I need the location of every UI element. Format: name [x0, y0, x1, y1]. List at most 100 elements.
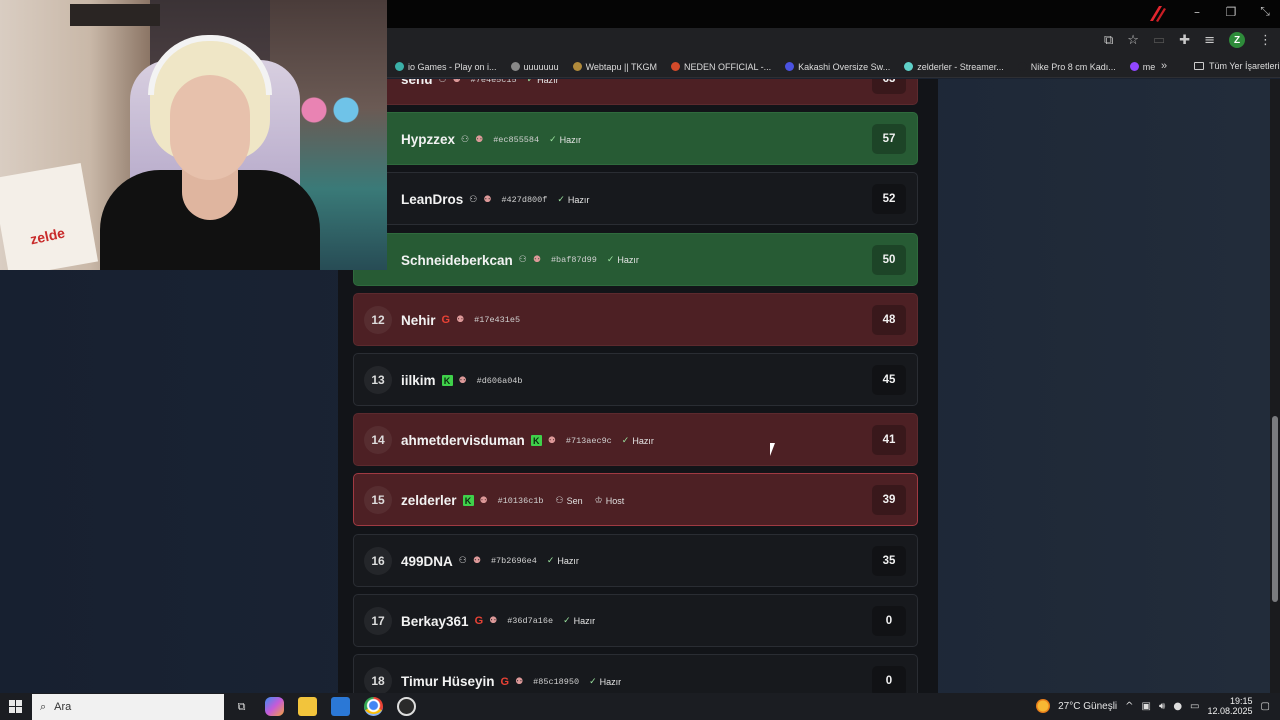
player-name: Schneideberkcan	[401, 252, 513, 268]
player-score: 57	[872, 124, 906, 155]
extensions-icon[interactable]: ✚	[1179, 33, 1190, 48]
add-friend-icon[interactable]: ⚉	[456, 315, 464, 325]
player-name: Timur Hüseyin	[401, 674, 495, 689]
bookmark-item[interactable]: Webtapu || TKGM	[572, 62, 657, 72]
rank-badge: 18	[364, 667, 392, 693]
tray-chevron-up-icon[interactable]: ^	[1125, 701, 1133, 712]
add-friend-icon[interactable]: ⚉	[483, 195, 491, 205]
notification-icon[interactable]: ▢	[1261, 701, 1270, 712]
volume-icon[interactable]: 🔊︎	[1159, 701, 1165, 712]
tray-device-icon[interactable]: ▣	[1142, 701, 1151, 712]
file-explorer-icon[interactable]	[298, 697, 317, 716]
add-friend-icon[interactable]: ⚉	[548, 436, 556, 446]
bookmark-star-icon[interactable]: ☆	[1127, 33, 1139, 48]
taskbar-clock[interactable]: 19:15 12.08.2025	[1208, 696, 1253, 716]
taskbar-search-input[interactable]: ⌕ Ara	[32, 694, 224, 720]
copilot-icon[interactable]	[265, 697, 284, 716]
webcam-toys	[290, 90, 370, 130]
leaderboard-row: 13 iilkim K ⚉ #d606a04b 45	[353, 353, 918, 406]
bookmarks-overflow-icon[interactable]: »	[1161, 60, 1167, 72]
rank-badge: 16	[364, 546, 392, 575]
player-name: LeanDros	[401, 192, 464, 208]
leaderboard-row: Hypzzex ⚇ ⚉ #ec855584 ✓ Hazır 57	[353, 112, 918, 166]
media-control-icon[interactable]: ≡	[1204, 33, 1215, 48]
leaderboard-row: senu ⚇ ⚉ #7e4e5c15 ✓ Hazır 63	[353, 79, 918, 105]
bookmark-favicon-icon	[395, 62, 404, 71]
network-icon[interactable]: ▭	[1190, 701, 1199, 712]
person-icon: ⚇	[469, 194, 478, 205]
add-friend-icon[interactable]: ⚉	[489, 616, 497, 626]
kick-icon: K	[530, 435, 542, 447]
bookmark-item[interactable]: uuuuuuu	[510, 62, 559, 72]
all-bookmarks-button[interactable]: Tüm Yer İşaretleri	[1194, 61, 1280, 71]
bookmark-item[interactable]: NEDEN OFFICIAL -...	[670, 62, 771, 72]
bookmark-item[interactable]: Nike Pro 8 cm Kadı...	[1017, 62, 1116, 72]
add-friend-icon[interactable]: ⚉	[515, 677, 523, 687]
add-friend-icon[interactable]: ⚉	[453, 79, 461, 85]
system-tray: 27°C Güneşli ^ ▣ 🔊︎ ● ▭ 19:15 12.08.2025…	[1036, 696, 1270, 716]
player-name: iilkim	[401, 373, 436, 388]
leaderboard-row: 15 zelderler K ⚉ #10136c1b ⚇ Sen ♔ Host 39	[353, 473, 918, 527]
person-icon: ⚇	[438, 79, 447, 85]
obs-icon[interactable]	[397, 697, 416, 716]
microphone-icon[interactable]: ●	[1173, 701, 1182, 712]
add-friend-icon[interactable]: ⚉	[459, 376, 467, 386]
page-scrollbar[interactable]	[1270, 79, 1280, 693]
bookmark-item[interactable]: zelderler - Streamer...	[904, 62, 1004, 72]
player-id: #17e431e5	[474, 315, 521, 326]
player-id: #baf87d99	[550, 255, 597, 266]
menu-kebab-icon[interactable]: ⋮	[1259, 33, 1272, 48]
leaderboard-row: 18 Timur Hüseyin G ⚉ #85c18950 ✓ Hazır 0	[353, 654, 918, 693]
leaderboard-row: 16 499DNA ⚇ ⚉ #7b2696e4 ✓ Hazır 35	[353, 533, 918, 588]
bookmark-favicon-icon	[785, 62, 795, 71]
leaderboard-row: Schneideberkcan ⚇ ⚉ #baf87d99 ✓ Hazır 50	[353, 232, 918, 287]
check-circle-icon: ✓	[557, 194, 565, 205]
store-icon[interactable]	[331, 697, 350, 716]
player-name: ahmetdervisduman	[401, 433, 525, 449]
player-info: Schneideberkcan ⚇ ⚉ #baf87d99 ✓ Hazır	[401, 234, 639, 287]
player-id: #85c18950	[533, 676, 580, 687]
rank-badge: 17	[364, 606, 392, 635]
windows-start-icon[interactable]	[9, 700, 22, 713]
player-id: #d606a04b	[476, 375, 523, 386]
task-view-icon[interactable]: ⧉	[232, 697, 251, 716]
weather-text[interactable]: 27°C Güneşli	[1058, 701, 1117, 712]
add-friend-icon[interactable]: ⚉	[475, 135, 483, 145]
player-name: zelderler	[401, 493, 457, 509]
headphone-icon	[148, 35, 272, 95]
bookmark-item[interactable]: me	[1129, 62, 1155, 72]
scrollbar-thumb[interactable]	[1272, 416, 1278, 602]
ready-status: ✓ Hazır	[622, 436, 654, 446]
restore-button[interactable]: ❐	[1222, 5, 1240, 19]
tag-text: Host	[605, 495, 625, 506]
sidebar-icon[interactable]: ▭	[1153, 33, 1165, 48]
google-icon: G	[500, 675, 510, 688]
add-friend-icon[interactable]: ⚉	[480, 496, 488, 506]
add-friend-icon[interactable]: ⚉	[473, 556, 481, 566]
webcam-overlay: zelde	[0, 0, 387, 270]
player-id: #ec855584	[493, 134, 540, 145]
player-info: zelderler K ⚉ #10136c1b ⚇ Sen ♔ Host	[401, 474, 624, 527]
check-circle-icon: ✓	[526, 79, 535, 85]
webcam-photos	[70, 4, 160, 26]
chrome-icon[interactable]	[364, 697, 383, 716]
player-score: 45	[872, 365, 906, 395]
player-score: 0	[872, 605, 906, 636]
bookmark-item[interactable]: io Games - Play on i...	[395, 62, 497, 72]
player-info: 499DNA ⚇ ⚉ #7b2696e4 ✓ Hazır	[401, 535, 579, 588]
minimize-button[interactable]: –	[1188, 5, 1206, 19]
add-friend-icon[interactable]: ⚉	[533, 255, 541, 265]
check-circle-icon: ✓	[546, 556, 555, 567]
status-text: Hazır	[559, 134, 582, 145]
window-controls: – ❐ ⤡	[1188, 4, 1274, 19]
install-app-icon[interactable]: ⧉	[1104, 33, 1113, 48]
resize-button[interactable]: ⤡	[1256, 4, 1274, 19]
profile-avatar[interactable]: Z	[1229, 32, 1245, 48]
check-circle-icon: ✓	[606, 255, 615, 266]
player-id: #7e4e5c15	[470, 79, 517, 85]
bookmark-item[interactable]: Kakashi Oversize Sw...	[785, 62, 890, 72]
player-name: senu	[401, 79, 433, 87]
player-score: 0	[872, 666, 906, 693]
kick-icon: K	[462, 495, 474, 507]
status-text: Hazır	[632, 435, 654, 446]
